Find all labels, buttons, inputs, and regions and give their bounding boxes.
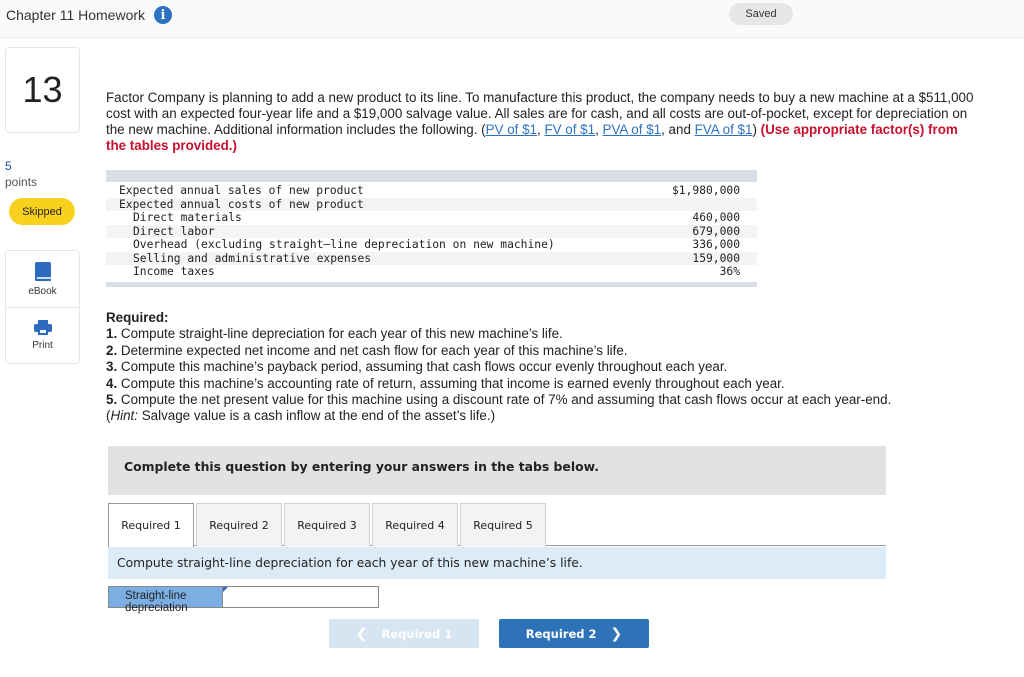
question-number: 13 <box>5 47 80 133</box>
required-item-number: 5. <box>106 392 118 408</box>
data-row-value: $1,980,000 <box>671 184 740 197</box>
complete-question-banner: Complete this question by entering your … <box>108 446 886 495</box>
depreciation-input[interactable] <box>223 587 378 607</box>
data-table-row: Expected annual sales of new product $1,9… <box>106 184 757 198</box>
print-label: Print <box>32 340 53 351</box>
data-row-value: 159,000 <box>692 251 740 265</box>
required-item: 3. Compute this machine’s payback period… <box>106 359 986 375</box>
required-item-number: 1. <box>106 326 118 342</box>
ebook-label: eBook <box>28 285 57 297</box>
tab-required-2[interactable]: Required 2 <box>196 503 282 546</box>
question-intro: Factor Company is planning to add a new … <box>106 90 981 154</box>
pv-of-1-link[interactable]: PV of $1 <box>486 122 537 137</box>
required-item-text: Compute straight-line depreciation for e… <box>117 326 563 342</box>
required-item-text: Compute the net present value for this m… <box>117 392 892 408</box>
required-item-number: 3. <box>106 359 118 375</box>
separator: ) <box>752 122 761 137</box>
assignment-title: Chapter 11 Homework i <box>6 6 173 24</box>
previous-tab-label: Required 1 <box>381 626 453 641</box>
tab-instruction: Compute straight-line depreciation for e… <box>108 547 886 579</box>
assignment-title-text: Chapter 11 Homework <box>6 7 146 23</box>
book-icon <box>34 261 51 281</box>
depreciation-label: Straight-line depreciation <box>109 587 223 614</box>
data-row-value: 36% <box>719 265 740 278</box>
data-row-value: 460,000 <box>692 211 740 224</box>
tab-required-4[interactable]: Required 4 <box>372 503 458 546</box>
hint-text: Salvage value is a cash inflow at the en… <box>138 408 496 424</box>
data-row-label: Direct materials <box>133 211 242 224</box>
previous-tab-button[interactable]: ❮ Required 1 <box>329 619 479 648</box>
ebook-button[interactable]: eBook <box>6 251 79 307</box>
required-list: Required: 1. Compute straight-line depre… <box>106 310 986 425</box>
top-bar: Chapter 11 Homework i Saved <box>0 0 1024 38</box>
required-item: 4. Compute this machine’s accounting rat… <box>106 376 986 392</box>
required-item: 1. Compute straight-line depreciation fo… <box>106 326 986 342</box>
chevron-left-icon: ❮ <box>355 625 368 642</box>
data-row-label: Selling and administrative expenses <box>133 251 372 265</box>
data-row-label: Expected annual sales of new product <box>119 184 364 197</box>
required-heading: Required: <box>106 310 169 325</box>
tab-required-5[interactable]: Required 5 <box>460 503 546 546</box>
print-button[interactable]: Print <box>6 307 79 363</box>
required-item-text: Compute this machine’s payback period, a… <box>117 359 728 375</box>
required-item-number: 2. <box>106 342 118 358</box>
next-tab-label: Required 2 <box>525 626 597 641</box>
depreciation-cell <box>223 587 378 607</box>
pva-of-1-link[interactable]: PVA of $1 <box>603 122 662 137</box>
required-item: 5. Compute the net present value for thi… <box>106 392 986 408</box>
data-row-label: Expected annual costs of new product <box>119 197 364 211</box>
fv-of-1-link[interactable]: FV of $1 <box>544 122 595 137</box>
data-table-row: Selling and administrative expenses 159,0… <box>106 251 757 265</box>
data-table-row: Income taxes 36% <box>106 265 757 279</box>
data-table-row: Direct labor 679,000 <box>106 224 757 238</box>
points-value: 5 <box>5 159 12 173</box>
required-tabs: Required 1 Required 2 Required 3 Required 4… <box>108 503 886 547</box>
data-row-label: Income taxes <box>133 265 215 278</box>
separator: , and <box>661 122 695 137</box>
product-data-table: Expected annual sales of new product $1,9… <box>106 170 757 287</box>
data-table-row: Direct materials 460,000 <box>106 211 757 225</box>
data-table-row: Overhead (excluding straight–line deprec… <box>106 238 757 252</box>
next-tab-button[interactable]: Required 2 ❯ <box>499 619 649 648</box>
printer-icon <box>33 320 52 335</box>
depreciation-answer-row: Straight-line depreciation <box>108 586 379 614</box>
data-row-value: 679,000 <box>692 224 740 238</box>
data-row-value: 336,000 <box>692 238 740 251</box>
skipped-status-badge: Skipped <box>9 198 75 225</box>
tools-panel: eBook Print <box>5 250 80 364</box>
data-table-row: Expected annual costs of new product <box>106 197 757 211</box>
chevron-right-icon: ❯ <box>610 625 623 642</box>
separator: , <box>595 122 603 137</box>
required-item-number: 4. <box>106 375 118 391</box>
tab-required-3[interactable]: Required 3 <box>284 503 370 546</box>
required-item: 2. Determine expected net income and net… <box>106 343 986 359</box>
required-item-text: Compute this machine’s accounting rate o… <box>117 375 785 391</box>
hint-line: (Hint: Salvage value is a cash inflow at… <box>106 408 986 424</box>
saved-status-badge: Saved <box>729 3 793 25</box>
info-icon[interactable]: i <box>154 6 173 24</box>
data-row-label: Overhead (excluding straight–line deprec… <box>133 238 555 251</box>
hint-label: Hint: <box>110 408 139 424</box>
data-row-label: Direct labor <box>133 224 215 238</box>
fva-of-1-link[interactable]: FVA of $1 <box>695 122 753 137</box>
points-label: points <box>5 175 38 189</box>
required-item-text: Determine expected net income and net ca… <box>117 342 628 358</box>
tab-required-1[interactable]: Required 1 <box>108 503 194 547</box>
